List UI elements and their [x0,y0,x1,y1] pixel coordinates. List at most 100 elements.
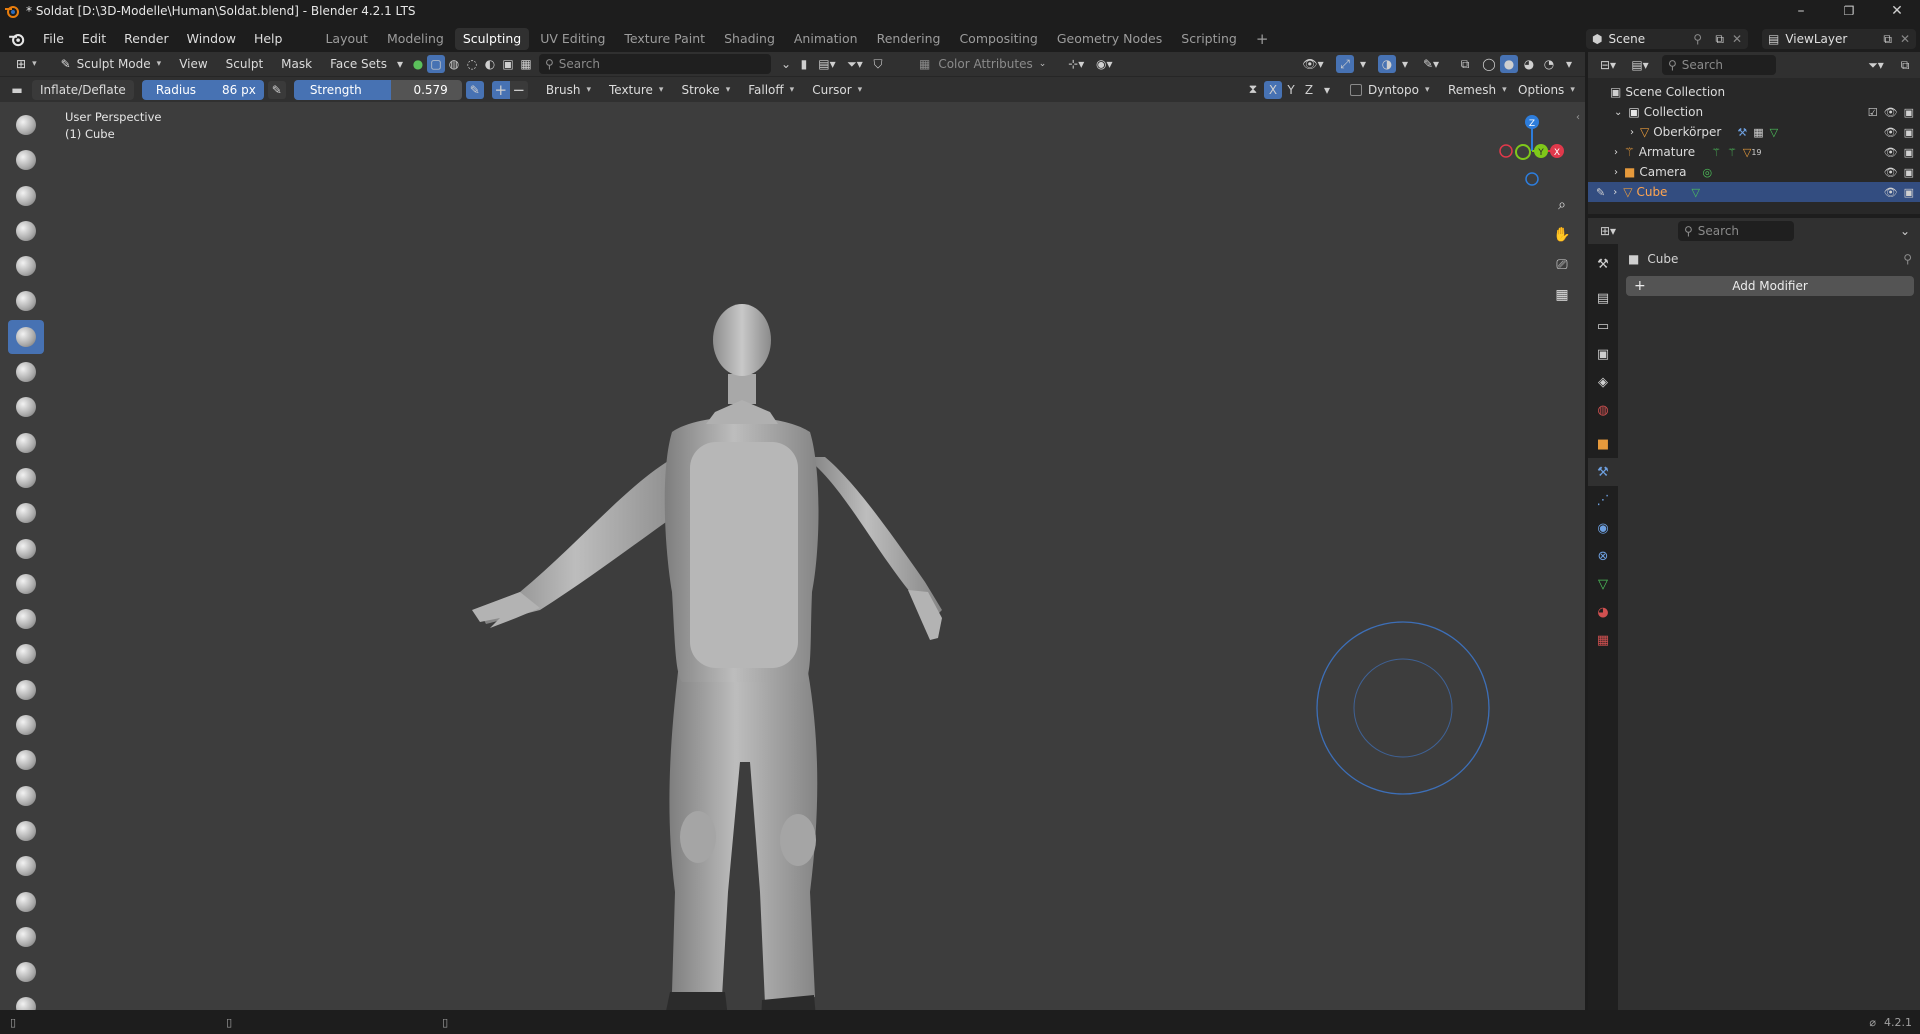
menu-file[interactable]: File [34,28,73,50]
overlays-dropdown-icon[interactable]: ▾ [1396,55,1414,73]
tab-modeling[interactable]: Modeling [379,28,452,50]
gizmo-neg-y-axis[interactable] [1515,144,1531,160]
menu-view[interactable]: View [171,54,215,74]
orientation-gizmo[interactable]: Z X Y [1490,108,1580,198]
tool-multiplane-scrape[interactable] [8,567,44,601]
select-all-icon[interactable]: ▣ [499,55,517,73]
tool-grab[interactable] [8,637,44,671]
camera-render-icon[interactable]: ▣ [1904,166,1914,179]
symmetry-dropdown-icon[interactable]: ▾ [1318,81,1336,99]
tool-boundary[interactable] [8,920,44,954]
render-tab-icon[interactable]: ▤ [1588,284,1618,312]
world-tab-icon[interactable]: ◍ [1588,396,1618,424]
view-layer-selector[interactable]: ▤ ViewLayer ⧉ ✕ [1762,29,1916,49]
close-button[interactable]: ✕ [1874,0,1920,22]
select-lasso-icon[interactable]: ◍ [445,55,463,73]
pin-icon[interactable]: ⚲ [1903,252,1912,266]
tab-shading[interactable]: Shading [716,28,783,50]
physics-tab-icon[interactable]: ◉ [1588,514,1618,542]
menu-sculpt[interactable]: Sculpt [218,54,271,74]
chevron-right-icon[interactable]: › [1614,147,1618,158]
3d-viewport[interactable]: ⊞ ▾ ✎ Sculpt Mode ▾ View Sculpt Mask Face … [0,52,1585,1034]
gizmo-dropdown-icon[interactable]: ▾ [1354,55,1372,73]
brush-thumbnail-icon[interactable]: ▬ [8,81,26,99]
filter-icon[interactable]: ⏷▾ [1862,56,1890,74]
shading-dropdown-icon[interactable]: ▾ [1560,55,1578,73]
camera-render-icon[interactable]: ▣ [1904,126,1914,139]
collapse-sidebar-icon[interactable]: ‹ [1576,112,1580,123]
eye-icon[interactable]: 👁 [1884,186,1898,199]
xray-toggle-icon[interactable]: ⧉ [1456,55,1474,73]
tab-animation[interactable]: Animation [786,28,866,50]
outliner-row-cube[interactable]: ✎ › ▽ Cube ▽ 👁 ▣ [1588,182,1920,202]
outliner-row-oberkoerper[interactable]: › ▽ Oberkörper ⚒ ▦ ▽ 👁 ▣ [1588,122,1920,142]
eye-icon[interactable]: 👁 [1884,146,1898,159]
strength-field[interactable]: Strength 0.579 [293,79,462,100]
material-tab-icon[interactable]: ◕ [1588,598,1618,626]
tool-crease[interactable] [8,390,44,424]
tool-draw-sharp[interactable] [8,143,44,177]
header-search[interactable]: ⚲ Search [538,54,771,74]
tab-uv-editing[interactable]: UV Editing [532,28,613,50]
symmetry-icon[interactable]: ⧗ [1244,81,1262,99]
new-view-layer-icon[interactable]: ⧉ [1883,32,1892,47]
zoom-icon[interactable]: ⌕ [1549,192,1575,218]
rendered-shading-icon[interactable]: ◔ [1540,55,1558,73]
tool-pose[interactable] [8,779,44,813]
blender-menu-icon[interactable] [8,30,26,48]
outliner-editor-type-icon[interactable]: ⊟▾ [1594,56,1622,74]
tab-scripting[interactable]: Scripting [1173,28,1245,50]
menu-face-sets[interactable]: Face Sets [322,54,389,74]
output-tab-icon[interactable]: ▭ [1588,312,1618,340]
tab-layout[interactable]: Layout [317,28,376,50]
overlays-toggle-icon[interactable]: ◑ [1378,55,1396,73]
bookmark-icon[interactable]: ▮ [795,55,813,73]
outliner-row-armature[interactable]: › ⚚ Armature ⚚ ⚚ ▽ 19 👁 ▣ [1588,142,1920,162]
menu-window[interactable]: Window [178,28,245,50]
shield-icon[interactable]: ⛉ [869,55,887,73]
tool-layer[interactable] [8,284,44,318]
modifier-tab-icon[interactable]: ⚒ [1588,458,1618,486]
remove-scene-icon[interactable]: ✕ [1732,32,1742,46]
tool-elastic-deform[interactable] [8,673,44,707]
radius-field[interactable]: Radius 86 px [141,79,264,100]
editor-type-button[interactable]: ⊞ ▾ [8,54,45,74]
data-tab-icon[interactable]: ▽ [1588,570,1618,598]
filter-dropdown-icon[interactable]: ⌄ [777,55,795,73]
particles-tab-icon[interactable]: ⋰ [1588,486,1618,514]
funnel-icon[interactable]: ⏷▾ [841,55,869,73]
options-menu[interactable]: Options ▾ [1510,80,1583,100]
tab-texture-paint[interactable]: Texture Paint [616,28,713,50]
tool-pinch[interactable] [8,602,44,636]
outliner-search[interactable]: ⚲ Search [1662,55,1776,75]
brush-menu[interactable]: Brush ▾ [538,80,599,100]
display-mode-icon[interactable]: ▤▾ [1626,56,1654,74]
transform-pivot-icon[interactable]: ⊹▾ [1062,55,1090,73]
new-collection-icon[interactable]: ⧉ [1896,56,1914,74]
menu-edit[interactable]: Edit [73,28,115,50]
tool-cloth[interactable] [8,955,44,989]
chevron-right-icon[interactable]: › [1614,167,1618,178]
options-dropdown-icon[interactable]: ⌄ [1896,222,1914,240]
scene-collection-row[interactable]: ▣ Scene Collection [1588,82,1920,102]
gizmo-toggle-icon[interactable]: ⤢ [1336,55,1354,73]
tool-scrape[interactable] [8,532,44,566]
scene-tab-icon[interactable]: ◈ [1588,368,1618,396]
select-invert-icon[interactable]: ◐ [481,55,499,73]
constraints-tab-icon[interactable]: ⊗ [1588,542,1618,570]
maximize-button[interactable]: ❐ [1826,0,1872,22]
radius-pressure-icon[interactable]: ✎ [267,80,286,99]
color-attribute-icon[interactable]: ● [409,55,427,73]
new-scene-icon[interactable]: ⧉ [1715,32,1724,47]
remesh-menu[interactable]: Remesh ▾ [1440,80,1515,100]
scene-selector[interactable]: ⬢ Scene ⚲ ⧉ ✕ [1586,29,1748,49]
tool-nudge[interactable] [8,814,44,848]
sculpt-model-figure[interactable] [460,292,1020,1034]
gizmo-neg-x-axis[interactable] [1499,144,1513,158]
tool-blob[interactable] [8,355,44,389]
solid-shading-icon[interactable]: ● [1500,55,1518,73]
add-modifier-button[interactable]: + Add Modifier [1626,276,1914,296]
camera-render-icon[interactable]: ▣ [1904,106,1914,119]
tool-clay-strips[interactable] [8,214,44,248]
direction-add-button[interactable]: + [491,80,510,99]
